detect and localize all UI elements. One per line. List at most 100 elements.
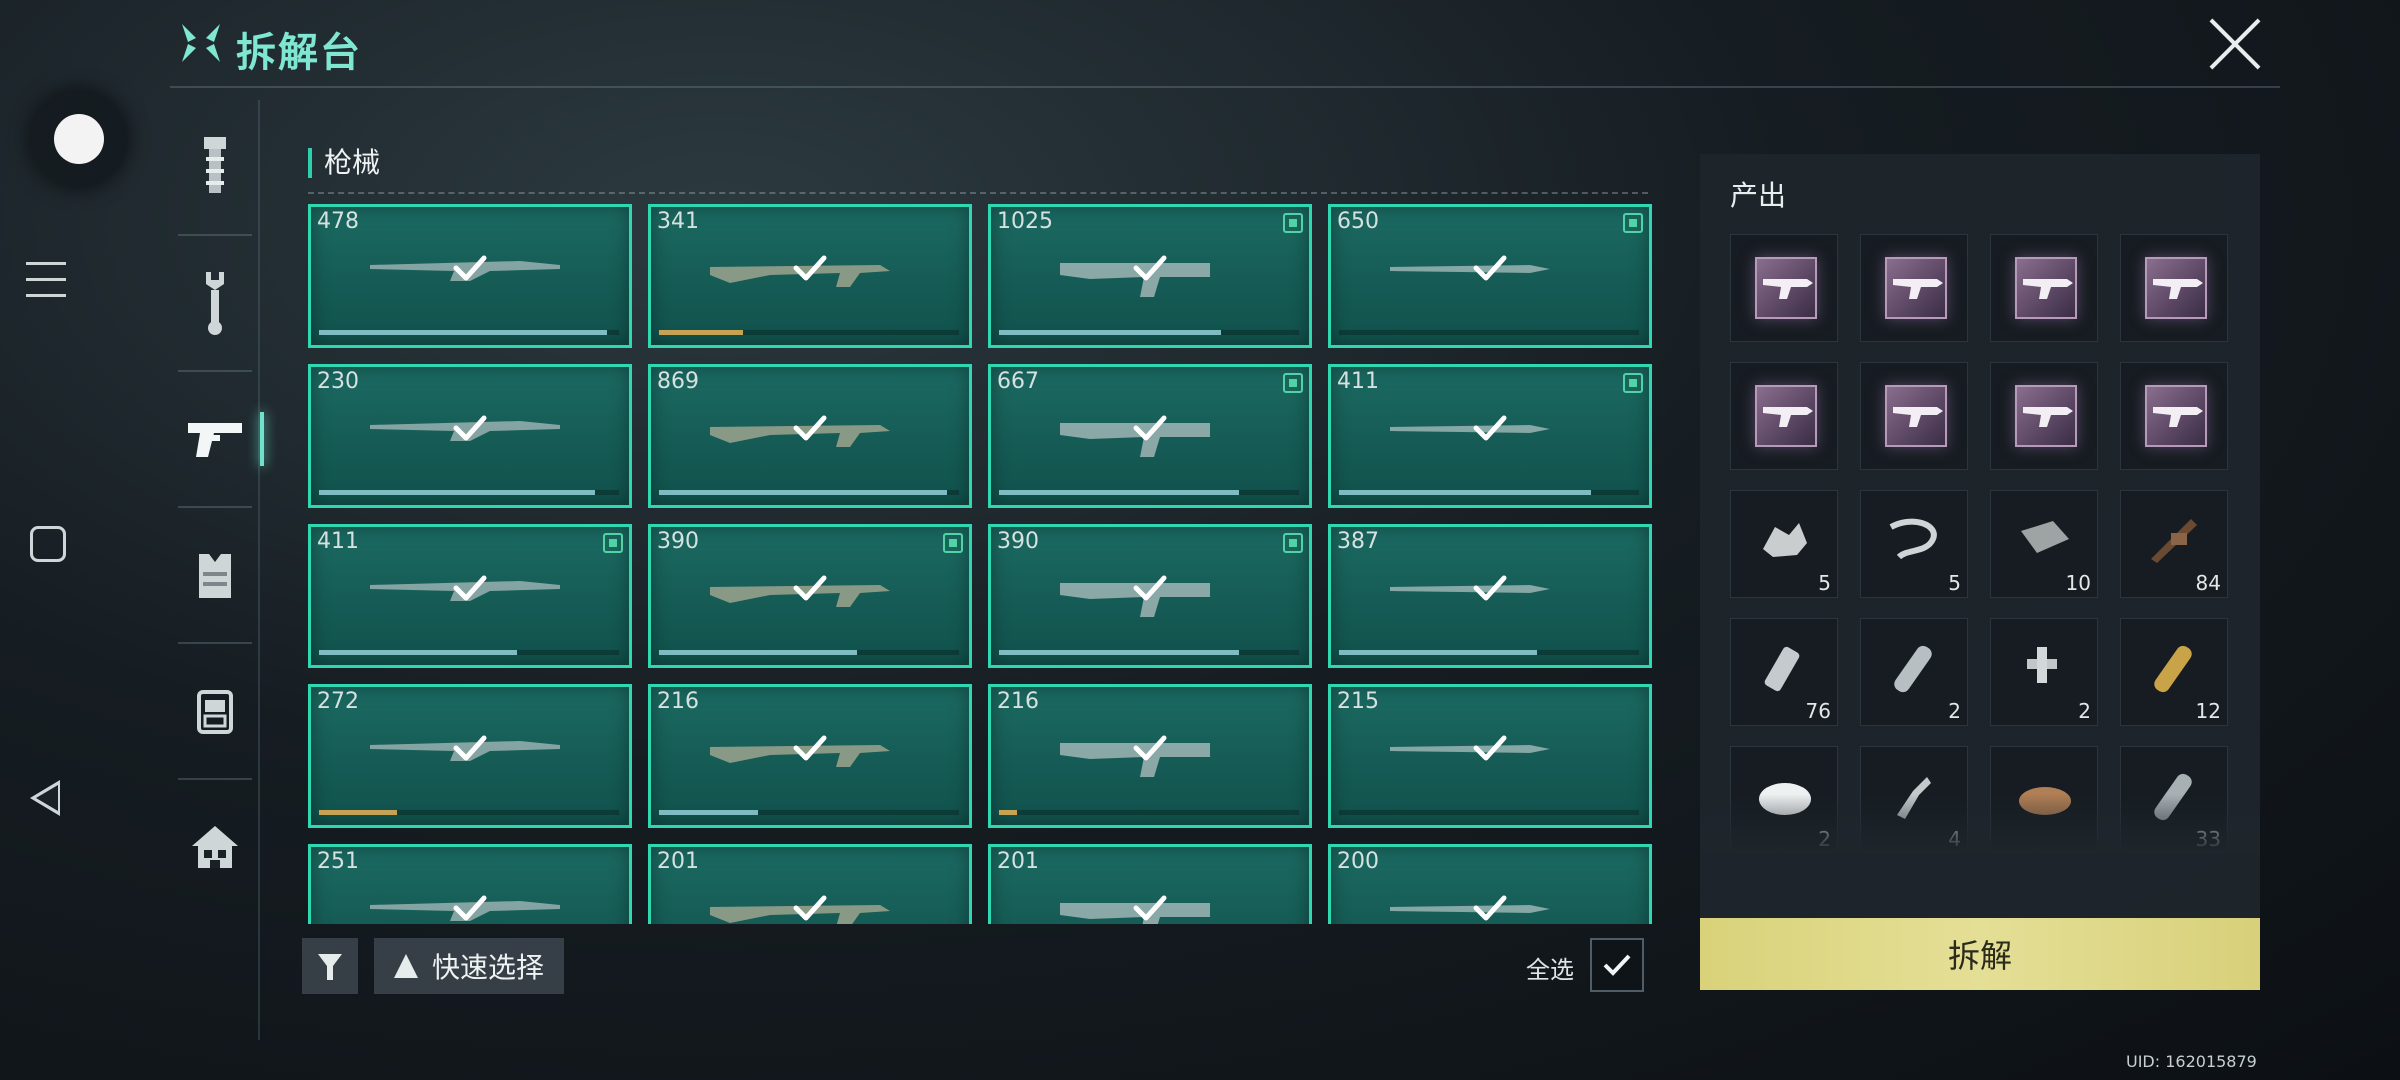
output-item-slot[interactable] <box>1990 362 2098 470</box>
weapon-card[interactable]: 201 <box>648 844 972 924</box>
selected-check-icon <box>1133 895 1167 921</box>
selected-check-icon <box>1473 575 1507 601</box>
weapon-card[interactable]: 387 <box>1328 524 1652 668</box>
selected-check-icon <box>453 415 487 441</box>
output-scroll-fade <box>1700 794 2260 854</box>
weapon-card[interactable]: 667 <box>988 364 1312 508</box>
output-item-slot[interactable] <box>2120 362 2228 470</box>
smg-blueprint-icon <box>1755 385 1817 447</box>
output-item-slot[interactable]: 5 <box>1860 490 1968 598</box>
rifle-blueprint-icon <box>1755 257 1817 319</box>
category-attachments[interactable] <box>170 100 260 234</box>
weapon-card[interactable]: 230 <box>308 364 632 508</box>
output-item-slot[interactable]: 12 <box>2120 618 2228 726</box>
brass-rod-icon <box>2154 645 2192 693</box>
weapon-card[interactable]: 390 <box>988 524 1312 668</box>
output-item-slot[interactable]: 76 <box>1730 618 1838 726</box>
weapon-quantity: 215 <box>1337 689 1379 714</box>
category-armor[interactable] <box>170 508 260 642</box>
blueprint-badge-icon <box>1623 213 1643 233</box>
selected-check-icon <box>1473 415 1507 441</box>
durability-bar <box>1339 330 1639 335</box>
durability-bar <box>659 650 959 655</box>
menu-icon[interactable] <box>26 262 66 302</box>
dismantle-logo-icon <box>182 24 220 62</box>
weapon-quantity: 230 <box>317 369 359 394</box>
weapon-grid[interactable]: 478 341 1025 650 230 869 667 411 411 390 390 387 272… <box>308 204 1658 924</box>
output-item-slot[interactable] <box>1860 234 1968 342</box>
blueprint-badge-icon <box>1623 373 1643 393</box>
selected-check-icon <box>1473 735 1507 761</box>
weapon-card[interactable]: 341 <box>648 204 972 348</box>
selected-check-icon <box>1473 895 1507 921</box>
output-item-slot[interactable] <box>2120 234 2228 342</box>
close-button[interactable] <box>2205 14 2265 74</box>
spring-icon <box>1889 518 1937 560</box>
category-firearms[interactable] <box>170 372 264 506</box>
backpack-icon <box>197 690 233 734</box>
weapon-quantity: 387 <box>1337 529 1379 554</box>
vest-icon <box>199 554 231 598</box>
output-item-slot[interactable]: 10 <box>1990 490 2098 598</box>
output-item-slot[interactable]: 2 <box>1860 618 1968 726</box>
durability-fill <box>659 810 758 815</box>
weapon-card[interactable]: 216 <box>648 684 972 828</box>
durability-fill <box>659 330 743 335</box>
selected-check-icon <box>793 735 827 761</box>
output-item-slot[interactable] <box>1990 234 2098 342</box>
blueprint-badge-icon <box>1283 213 1303 233</box>
item-quantity: 84 <box>2195 571 2221 595</box>
recents-icon[interactable] <box>30 526 66 562</box>
floating-ball-button[interactable] <box>30 90 128 188</box>
weapon-card[interactable]: 390 <box>648 524 972 668</box>
output-item-slot[interactable]: 84 <box>2120 490 2228 598</box>
durability-bar <box>659 330 959 335</box>
weapon-card[interactable]: 215 <box>1328 684 1652 828</box>
back-icon[interactable] <box>30 780 60 816</box>
weapon-card[interactable]: 1025 <box>988 204 1312 348</box>
selected-check-icon <box>1133 735 1167 761</box>
durability-bar <box>319 490 619 495</box>
weapon-card[interactable]: 200 <box>1328 844 1652 924</box>
weapon-card[interactable]: 411 <box>308 524 632 668</box>
item-quantity: 10 <box>2065 571 2091 595</box>
weapon-card[interactable]: 478 <box>308 204 632 348</box>
weapon-card[interactable]: 251 <box>308 844 632 924</box>
category-tools[interactable] <box>170 236 260 370</box>
durability-bar <box>999 330 1299 335</box>
category-home[interactable] <box>170 780 260 914</box>
item-quantity: 2 <box>1948 699 1961 723</box>
weapon-card[interactable]: 650 <box>1328 204 1652 348</box>
weapon-card[interactable]: 869 <box>648 364 972 508</box>
rifle-blueprint-icon <box>2145 385 2207 447</box>
weapon-card[interactable]: 411 <box>1328 364 1652 508</box>
output-item-slot[interactable]: 5 <box>1730 490 1838 598</box>
category-backpack[interactable] <box>170 644 260 778</box>
quick-select-button[interactable]: 快速选择 <box>374 938 564 994</box>
dismantle-button[interactable]: 拆解 <box>1700 918 2260 990</box>
item-quantity: 5 <box>1818 571 1831 595</box>
weapon-card[interactable]: 216 <box>988 684 1312 828</box>
durability-bar <box>999 490 1299 495</box>
selected-check-icon <box>453 575 487 601</box>
selected-check-icon <box>1133 255 1167 281</box>
output-item-slot[interactable] <box>1730 362 1838 470</box>
durability-bar <box>999 810 1299 815</box>
filter-button[interactable] <box>302 938 358 994</box>
weapon-quantity: 201 <box>657 849 699 874</box>
output-item-slot[interactable] <box>1860 362 1968 470</box>
durability-bar <box>659 810 959 815</box>
wrench-icon <box>206 272 224 335</box>
weapon-card[interactable]: 272 <box>308 684 632 828</box>
select-all-label: 全选 <box>1526 956 1574 984</box>
selected-check-icon <box>453 735 487 761</box>
item-quantity: 76 <box>1805 699 1831 723</box>
select-all-checkbox[interactable] <box>1590 938 1644 992</box>
selected-check-icon <box>1473 255 1507 281</box>
weapon-card[interactable]: 201 <box>988 844 1312 924</box>
output-item-slot[interactable] <box>1730 234 1838 342</box>
durability-bar <box>659 490 959 495</box>
wood-stock-icon <box>2151 519 2197 563</box>
output-item-slot[interactable]: 2 <box>1990 618 2098 726</box>
weapon-quantity: 201 <box>997 849 1039 874</box>
